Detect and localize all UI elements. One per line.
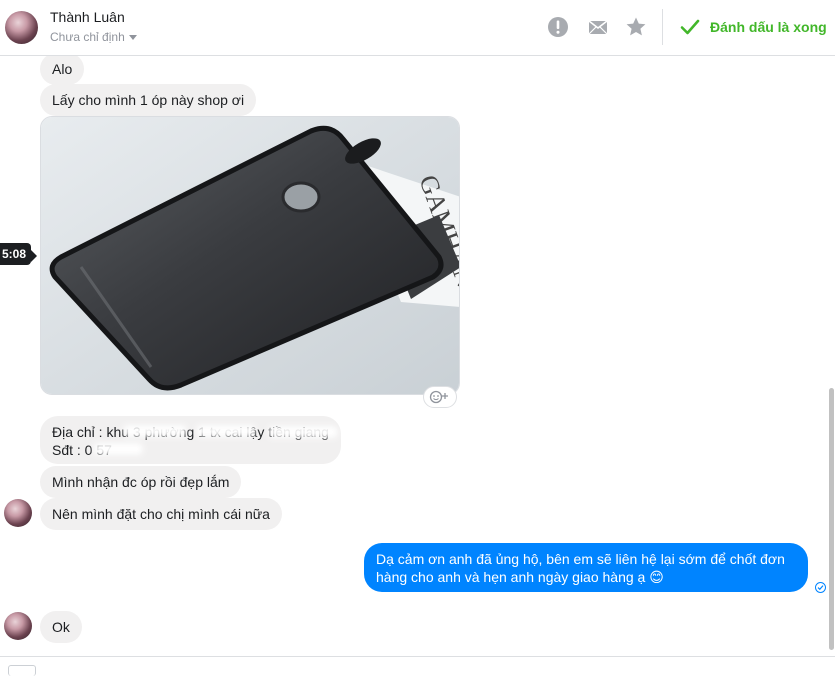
message-bubble[interactable]: Địa chỉ : khu 3 phường 1 tx cai lậy tiền… [40,416,341,464]
caret-down-icon [128,35,137,41]
mark-done-label: Đánh dấu là xong [710,19,827,35]
thread-scrollbar[interactable] [829,388,834,650]
message-bubble[interactable]: Ok [40,611,82,643]
conversation-header: Thành Luân Chưa chỉ định Đánh dấu là xon… [0,0,835,56]
message-thread[interactable]: Alo Lấy cho mình 1 óp này shop ơi GAMHAN… [0,56,835,656]
seen-check-icon [815,582,826,593]
message-timestamp: 5:08 [0,243,38,265]
message-bubble[interactable]: Nên mình đặt cho chị mình cái nữa [40,498,282,530]
add-reaction-button[interactable] [423,386,457,408]
contact-avatar[interactable] [5,11,38,44]
composer-area[interactable] [0,656,835,676]
star-icon[interactable] [624,15,648,39]
redaction-blur [123,425,187,437]
redaction-blur [196,425,256,437]
assign-label: Chưa chỉ định [50,30,125,44]
envelope-icon[interactable] [586,15,610,39]
checkmark-icon [680,19,700,35]
contact-name[interactable]: Thành Luân [50,9,125,25]
redaction-blur [93,443,143,455]
message-bubble[interactable]: Lấy cho mình 1 óp này shop ơi [40,84,257,116]
exclamation-circle-icon[interactable] [546,15,570,39]
contact-avatar-small[interactable] [4,612,32,640]
message-bubble[interactable]: Alo [40,56,85,85]
assign-dropdown[interactable]: Chưa chỉ định [50,30,137,44]
outgoing-message-bubble[interactable]: Dạ cảm ơn anh đã ủng hộ, bên em sẽ liên … [364,543,808,592]
phone-case-photo: GAMHAN [41,117,459,394]
emoji-add-icon [429,390,448,404]
composer-attachment-icon[interactable] [8,665,36,676]
message-bubble[interactable]: Mình nhận đc óp rồi đẹp lắm [40,466,242,498]
mark-done-button[interactable]: Đánh dấu là xong [680,15,827,39]
redaction-blur [268,426,338,438]
contact-avatar-small[interactable] [4,499,32,527]
image-message[interactable]: GAMHAN [40,116,460,395]
header-divider [662,9,663,45]
